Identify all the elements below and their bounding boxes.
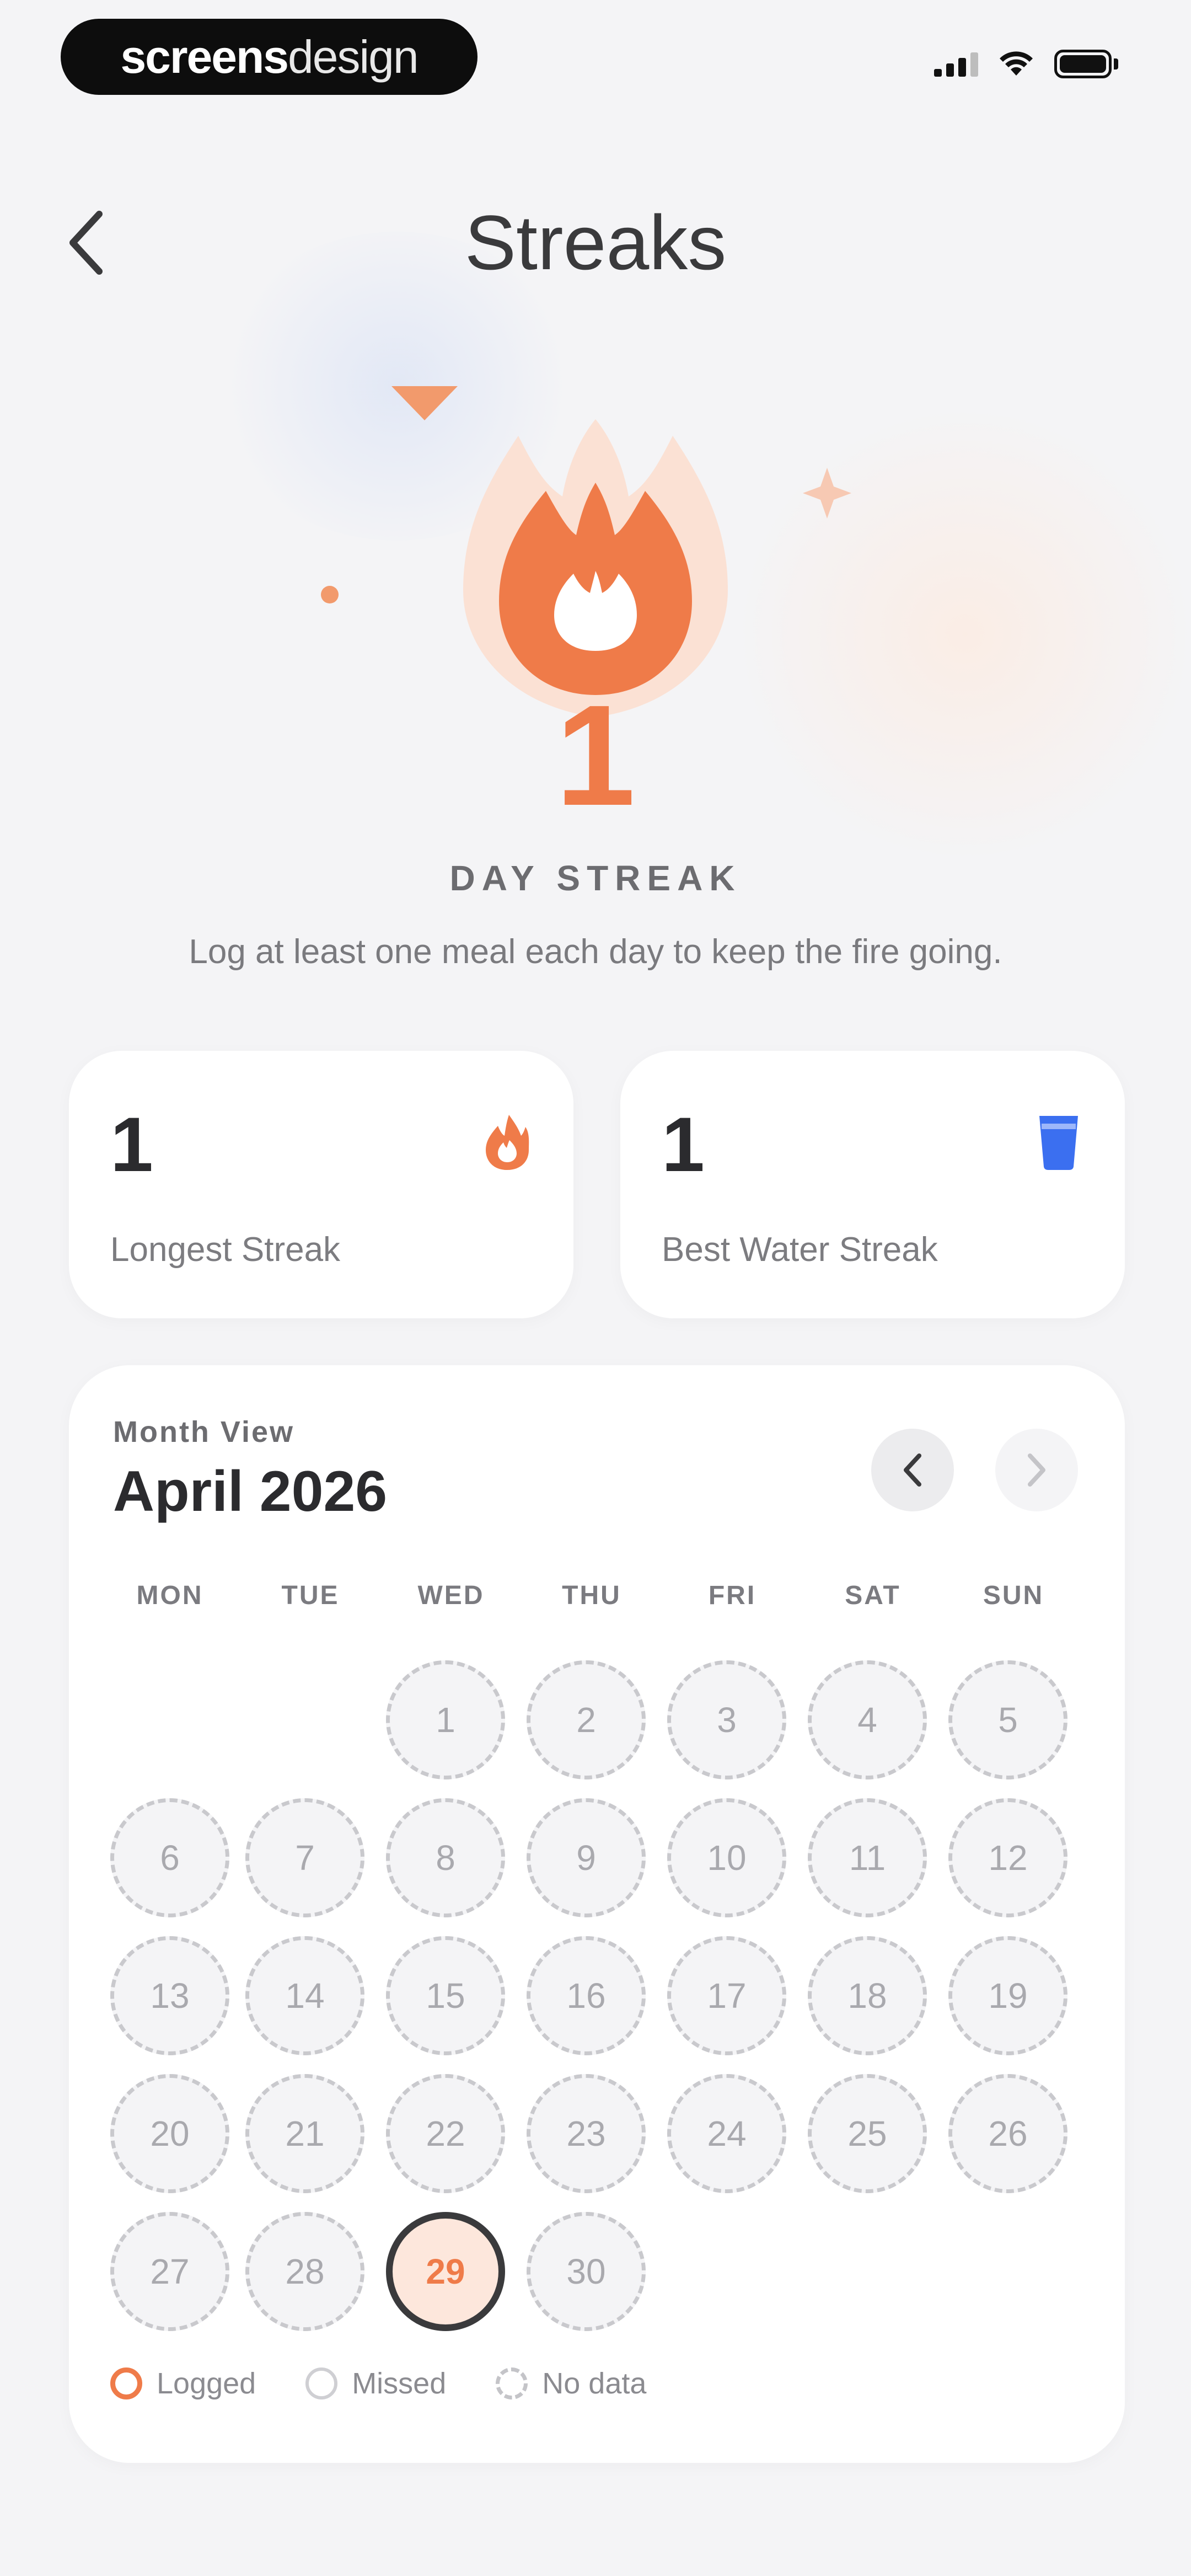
weekday-label: FRI: [708, 1581, 757, 1610]
calendar-day[interactable]: 19: [948, 1936, 1067, 2055]
calendar-day[interactable]: 23: [527, 2074, 646, 2193]
cellular-signal-icon: [934, 51, 978, 77]
legend-missed-label: Missed: [352, 2367, 447, 2400]
brand-text-bold: screens: [120, 30, 289, 83]
previous-month-button[interactable]: [871, 1429, 954, 1511]
calendar-day[interactable]: 6: [110, 1798, 229, 1917]
calendar-day[interactable]: 15: [386, 1936, 505, 2055]
calendar-day[interactable]: 18: [808, 1936, 927, 2055]
month-view-eyebrow: Month View: [113, 1415, 295, 1449]
calendar-day[interactable]: 7: [245, 1798, 364, 1917]
month-view-card: Month View April 2026 MON TUE WED THU FR…: [69, 1365, 1125, 2463]
calendar-day[interactable]: 13: [110, 1936, 229, 2055]
flame-icon: [499, 483, 692, 695]
calendar-day[interactable]: 27: [110, 2212, 229, 2331]
page-title: Streaks: [464, 199, 727, 286]
calendar-day[interactable]: 17: [667, 1936, 786, 2055]
weekday-label: SAT: [845, 1581, 901, 1610]
streak-count: 1: [555, 676, 636, 836]
calendar-day[interactable]: 26: [948, 2074, 1067, 2193]
streak-label: DAY STREAK: [449, 858, 742, 898]
calendar-day[interactable]: 24: [667, 2074, 786, 2193]
no-data-dot-icon: [496, 2367, 528, 2399]
best-water-streak-value: 1: [662, 1101, 705, 1188]
calendar-day[interactable]: 21: [245, 2074, 364, 2193]
longest-streak-value: 1: [110, 1101, 153, 1188]
battery-icon: [1054, 50, 1119, 78]
month-title: April 2026: [113, 1460, 388, 1524]
calendar-day[interactable]: 5: [948, 1660, 1067, 1779]
calendar-day[interactable]: 11: [808, 1798, 927, 1917]
legend-logged-label: Logged: [157, 2367, 256, 2400]
brand-text-light: design: [288, 30, 419, 83]
calendar-day[interactable]: 28: [245, 2212, 364, 2331]
weekday-label: SUN: [983, 1581, 1044, 1610]
longest-streak-label: Longest Streak: [110, 1231, 341, 1269]
calendar-day[interactable]: 25: [808, 2074, 927, 2193]
calendar-day[interactable]: 2: [527, 1660, 646, 1779]
calendar-day[interactable]: 3: [667, 1660, 786, 1779]
calendar-day[interactable]: 1: [386, 1660, 505, 1779]
brand-badge: screens design: [61, 19, 478, 95]
legend-missed: Missed: [305, 2366, 446, 2401]
weekday-label: TUE: [281, 1581, 340, 1610]
legend-logged: Logged: [110, 2366, 256, 2401]
best-water-streak-label: Best Water Streak: [662, 1231, 938, 1269]
legend-no-data-label: No data: [542, 2367, 647, 2400]
calendar-day[interactable]: 8: [386, 1798, 505, 1917]
confetti-dot-icon: [321, 586, 339, 603]
status-bar: screens design: [0, 0, 1191, 121]
missed-dot-icon: [305, 2367, 338, 2399]
weekday-label: WED: [417, 1581, 485, 1610]
weekday-label: MON: [136, 1581, 203, 1610]
weekday-label: THU: [562, 1581, 621, 1610]
calendar-day[interactable]: 14: [245, 1936, 364, 2055]
longest-streak-card: 1 Longest Streak: [69, 1051, 573, 1318]
calendar-legend: Logged Missed No data: [110, 2366, 646, 2401]
calendar-day[interactable]: 10: [667, 1798, 786, 1917]
system-icons: [934, 50, 1119, 78]
calendar-day-logged[interactable]: 29: [386, 2212, 505, 2331]
next-month-button[interactable]: [995, 1429, 1078, 1511]
logged-dot-icon: [110, 2367, 142, 2399]
streak-description: Log at least one meal each day to keep t…: [189, 933, 1002, 971]
chevron-right-icon: [1028, 1453, 1045, 1487]
calendar-day[interactable]: 16: [527, 1936, 646, 2055]
calendar-day[interactable]: 9: [527, 1798, 646, 1917]
chevron-left-icon: [904, 1453, 921, 1487]
calendar-day[interactable]: 4: [808, 1660, 927, 1779]
water-glass-icon: [1039, 1116, 1078, 1170]
calendar-day[interactable]: 20: [110, 2074, 229, 2193]
calendar-day[interactable]: 12: [948, 1798, 1067, 1917]
sparkle-icon: [803, 468, 851, 519]
calendar-day[interactable]: 22: [386, 2074, 505, 2193]
confetti-triangle-icon: [391, 386, 458, 420]
wifi-icon: [1000, 51, 1033, 76]
legend-no-data: No data: [496, 2366, 646, 2401]
best-water-streak-card: 1 Best Water Streak: [620, 1051, 1125, 1318]
calendar-day[interactable]: 30: [527, 2212, 646, 2331]
flame-icon: [486, 1115, 529, 1170]
